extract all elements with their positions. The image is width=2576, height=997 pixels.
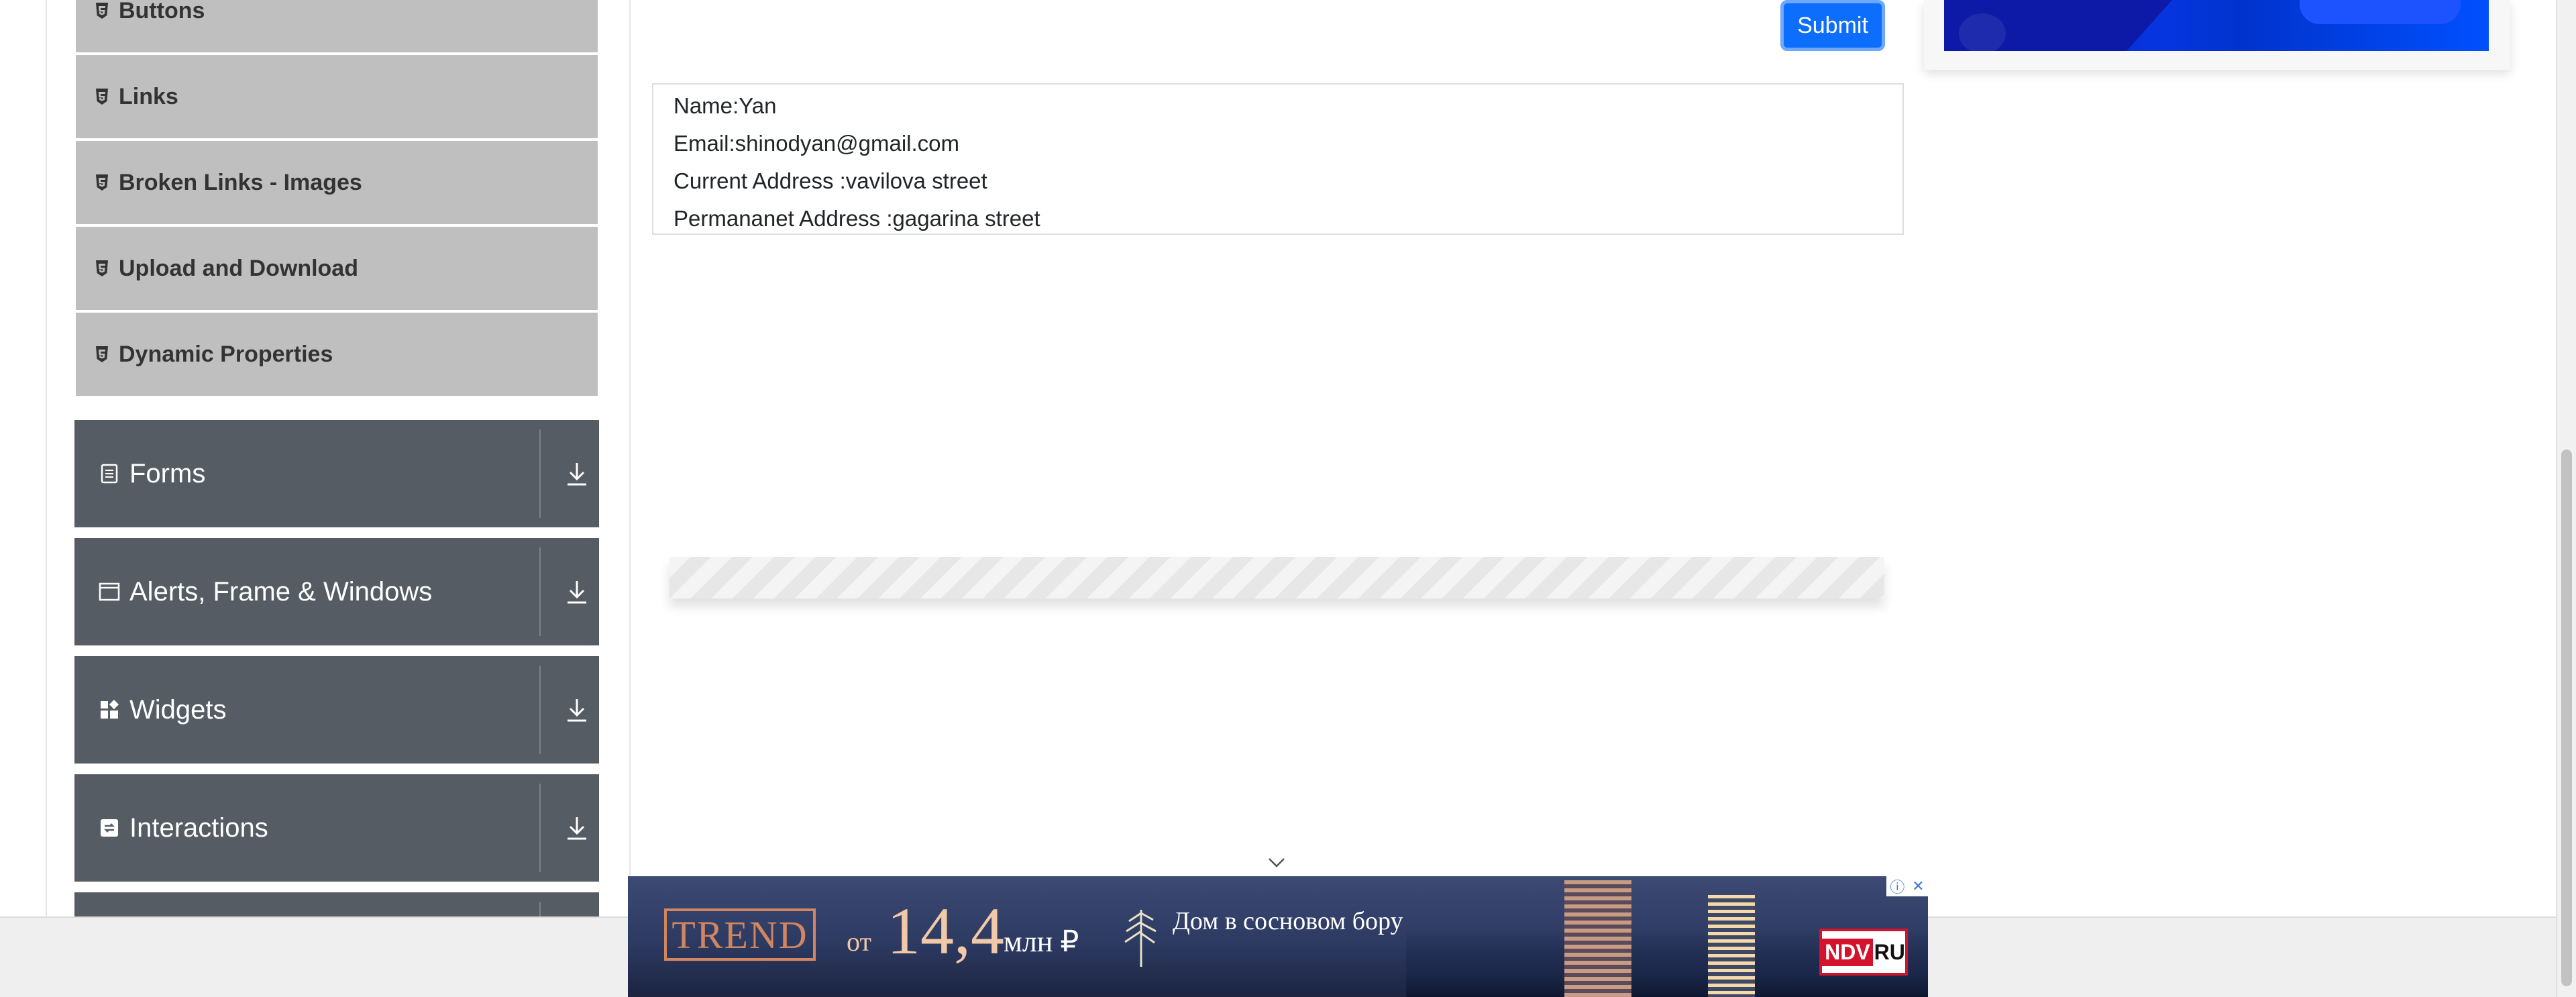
download-arrow-icon[interactable] [561,574,592,609]
price-prefix: от [847,927,871,957]
sidebar-item-label: Upload and Download [119,255,358,281]
html5-icon [95,1,109,20]
sidebar: Buttons Links Broken Links - Images Uplo… [74,0,600,916]
sidebar-item-label: Links [119,83,178,109]
sidebar-group-book-store[interactable] [74,892,599,916]
ad-image [1944,0,2489,54]
trend-logo: TREND [664,908,816,961]
sidebar-item-upload-download[interactable]: Upload and Download [76,227,598,310]
divider [539,902,541,916]
group-label: Alerts, Frame & Windows [129,576,433,607]
submit-button[interactable]: Submit [1780,0,1885,51]
sidebar-item-links[interactable]: Links [76,55,598,138]
info-icon[interactable]: ⓘ [1890,876,1904,897]
banner-tagline: Дом в сосновом бору [1173,907,1403,935]
output-email: Email:shinodyan@gmail.com [674,131,960,156]
divider [539,547,541,636]
window-icon [99,581,120,602]
sidebar-item-buttons[interactable]: Buttons [76,0,598,52]
ndv-logo: NDV RU [1819,929,1908,976]
sidebar-item-dynamic-properties[interactable]: Dynamic Properties [76,313,598,396]
close-icon[interactable]: ✕ [1912,878,1924,895]
scrollbar-thumb[interactable] [2561,450,2572,986]
sidebar-group-forms[interactable]: Forms [74,420,599,527]
price-unit: млн ₽ [1004,925,1079,958]
divider [539,429,541,518]
chevron-down-icon[interactable] [1267,856,1287,870]
html5-icon [95,173,109,192]
download-arrow-icon[interactable] [561,456,592,491]
output-current-address: Current Address :vavilova street [674,168,987,193]
download-arrow-icon[interactable] [561,692,592,727]
output-permanent-address: Permananet Address :gagarina street [674,206,1040,231]
form-icon [99,463,120,484]
output-name: Name:Yan [674,93,777,118]
sidebar-item-broken-links[interactable]: Broken Links - Images [76,141,598,224]
sidebar-item-label: Buttons [119,0,205,23]
output-panel: Name:Yan Email:shinodyan@gmail.com Curre… [652,83,1904,235]
elements-sublist: Buttons Links Broken Links - Images Uplo… [76,0,598,399]
sidebar-group-widgets[interactable]: Widgets [74,656,599,764]
price-value: 14,4 [887,894,1004,968]
group-label: Widgets [129,694,227,725]
html5-icon [95,345,109,364]
ad-choices-icon[interactable]: ⓘ ✕ [1886,876,1928,896]
tower-image [1564,880,1631,997]
divider [539,784,541,872]
html5-icon [95,87,109,106]
divider [539,666,541,754]
sidebar-group-alerts[interactable]: Alerts, Frame & Windows [74,538,599,645]
main-border [629,0,631,916]
pine-tree-icon [1118,903,1165,970]
scrollbar[interactable] [2556,0,2576,997]
download-arrow-icon[interactable] [561,810,592,845]
group-label: Forms [129,458,206,488]
left-gutter [0,0,47,916]
ad-placeholder-strip [669,557,1884,598]
sidebar-item-label: Dynamic Properties [119,341,333,367]
interactions-icon [99,817,120,839]
group-label: Interactions [129,812,268,843]
right-ad-card[interactable] [1924,0,2510,70]
widgets-icon [99,699,120,721]
page: Buttons Links Broken Links - Images Uplo… [0,0,2576,997]
ad-banner[interactable]: TREND от 14,4 млн ₽ Дом в сосновом бору … [628,876,1928,997]
sidebar-item-label: Broken Links - Images [119,169,362,195]
sidebar-groups: Forms Alerts, Frame & Windows Widgets In… [74,420,599,916]
html5-icon [95,259,109,278]
tower-image [1708,895,1755,997]
sidebar-group-interactions[interactable]: Interactions [74,774,599,882]
